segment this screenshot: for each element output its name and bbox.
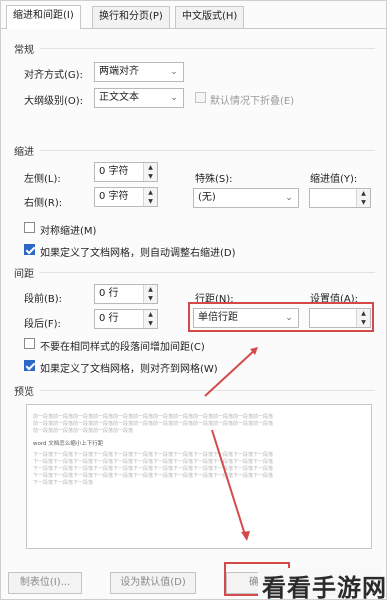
set-default-button[interactable]: 设为默认值(D)	[110, 572, 196, 594]
watermark-logo: 看看手游网	[262, 574, 387, 600]
annotation-arrows	[204, 347, 258, 541]
tab-indent-spacing[interactable]: 缩进和间距(I)	[6, 5, 81, 29]
arrow-head	[241, 531, 250, 541]
tabs-button[interactable]: 制表位(I)...	[8, 572, 82, 594]
arrow-to-ok-button	[211, 429, 247, 539]
arrow-to-line-spacing	[204, 348, 257, 397]
tab-label: 缩进和间距(I)	[13, 10, 74, 21]
